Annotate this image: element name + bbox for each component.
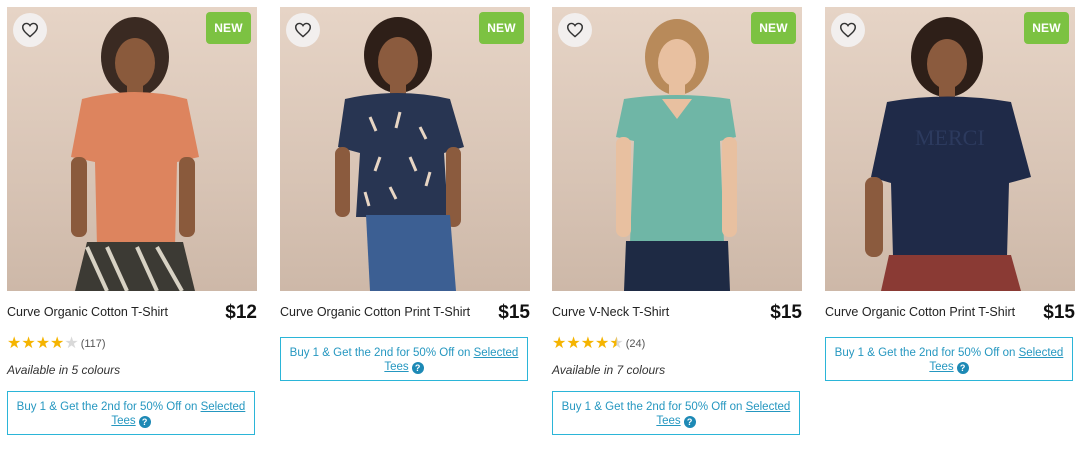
- promo-box: Buy 1 & Get the 2nd for 50% Off on Selec…: [552, 391, 800, 435]
- question-circle-icon[interactable]: ?: [956, 362, 969, 374]
- star-icon: ★: [50, 335, 65, 352]
- product-name[interactable]: Curve Organic Cotton Print T-Shirt: [280, 305, 470, 319]
- star-rating[interactable]: ★ ★ ★ ★ ★ (24): [552, 335, 802, 353]
- star-icon: ★: [21, 335, 36, 352]
- model-photo: [71, 17, 199, 291]
- colour-availability: Available in 5 colours: [7, 363, 121, 377]
- heart-outline-icon: [566, 22, 584, 38]
- heart-outline-icon: [294, 22, 312, 38]
- shirt-shape: [871, 96, 1031, 257]
- review-count[interactable]: (24): [626, 338, 646, 350]
- star-icon: ★: [566, 335, 581, 352]
- product-card[interactable]: NEW Curve V-Neck T-Shirt $15 ★ ★ ★ ★ ★ (…: [552, 7, 802, 435]
- new-badge: NEW: [751, 12, 796, 44]
- review-count[interactable]: (117): [81, 338, 106, 350]
- new-badge: NEW: [479, 12, 524, 44]
- promo-link[interactable]: Selected: [746, 401, 791, 413]
- product-price: $15: [1043, 302, 1075, 323]
- promo-link[interactable]: Selected: [1019, 347, 1064, 359]
- promo-text: Buy 1 & Get the 2nd for 50% Off on: [561, 401, 746, 413]
- heart-outline-icon: [839, 22, 857, 38]
- shirt-shape: [338, 93, 464, 217]
- product-name[interactable]: Curve V-Neck T-Shirt: [552, 305, 669, 319]
- wishlist-button[interactable]: [13, 13, 47, 47]
- promo-link[interactable]: Tees: [929, 361, 953, 373]
- wishlist-button[interactable]: [286, 13, 320, 47]
- wishlist-button[interactable]: [558, 13, 592, 47]
- star-icon: ★: [552, 335, 567, 352]
- star-icon: ★: [580, 335, 596, 352]
- promo-link[interactable]: Tees: [111, 415, 135, 427]
- product-price: $15: [770, 302, 802, 323]
- promo-link[interactable]: Tees: [384, 361, 408, 373]
- product-name[interactable]: Curve Organic Cotton T-Shirt: [7, 305, 168, 319]
- product-price: $12: [225, 302, 257, 323]
- product-image[interactable]: NEW: [552, 7, 802, 291]
- product-image[interactable]: NEW: [7, 7, 257, 291]
- product-price: $15: [498, 302, 530, 323]
- product-card[interactable]: NEW Curve Organic Cotton T-Shirt $12 ★ ★…: [7, 7, 257, 435]
- colour-availability: Available in 7 colours: [552, 363, 666, 377]
- promo-text: Buy 1 & Get the 2nd for 50% Off on: [16, 401, 201, 413]
- new-badge: NEW: [1024, 12, 1069, 44]
- product-grid: NEW Curve Organic Cotton T-Shirt $12 ★ ★…: [0, 0, 1080, 452]
- star-icon: ★: [609, 335, 624, 352]
- promo-link[interactable]: Selected: [201, 401, 246, 413]
- product-image[interactable]: NEW: [280, 7, 530, 291]
- promo-link[interactable]: Tees: [656, 415, 680, 427]
- star-icon: ★: [64, 335, 79, 352]
- star-rating[interactable]: ★ ★ ★ ★ ★ (117): [7, 335, 257, 353]
- wishlist-button[interactable]: [831, 13, 865, 47]
- product-image[interactable]: MERCI NEW: [825, 7, 1075, 291]
- promo-text: Buy 1 & Get the 2nd for 50% Off on: [834, 347, 1019, 359]
- model-photo: [616, 19, 737, 291]
- star-icon: ★: [7, 335, 22, 352]
- promo-text: Buy 1 & Get the 2nd for 50% Off on: [289, 347, 474, 359]
- star-icon: ★: [595, 335, 610, 352]
- model-photo: MERCI: [865, 17, 1031, 291]
- svg-text:MERCI: MERCI: [915, 125, 985, 150]
- question-circle-icon[interactable]: ?: [411, 362, 424, 374]
- promo-box: Buy 1 & Get the 2nd for 50% Off on Selec…: [280, 337, 528, 381]
- model-photo: [335, 17, 464, 291]
- new-badge: NEW: [206, 12, 251, 44]
- star-icon: ★: [35, 335, 51, 352]
- heart-outline-icon: [21, 22, 39, 38]
- promo-box: Buy 1 & Get the 2nd for 50% Off on Selec…: [7, 391, 255, 435]
- promo-link[interactable]: Selected: [474, 347, 519, 359]
- product-name[interactable]: Curve Organic Cotton Print T-Shirt: [825, 305, 1015, 319]
- product-card[interactable]: MERCI NEW Curve Organic Cotton Print T-S…: [825, 7, 1075, 381]
- product-card[interactable]: NEW Curve Organic Cotton Print T-Shirt $…: [280, 7, 530, 381]
- question-circle-icon[interactable]: ?: [683, 416, 696, 428]
- question-circle-icon[interactable]: ?: [138, 416, 151, 428]
- promo-box: Buy 1 & Get the 2nd for 50% Off on Selec…: [825, 337, 1073, 381]
